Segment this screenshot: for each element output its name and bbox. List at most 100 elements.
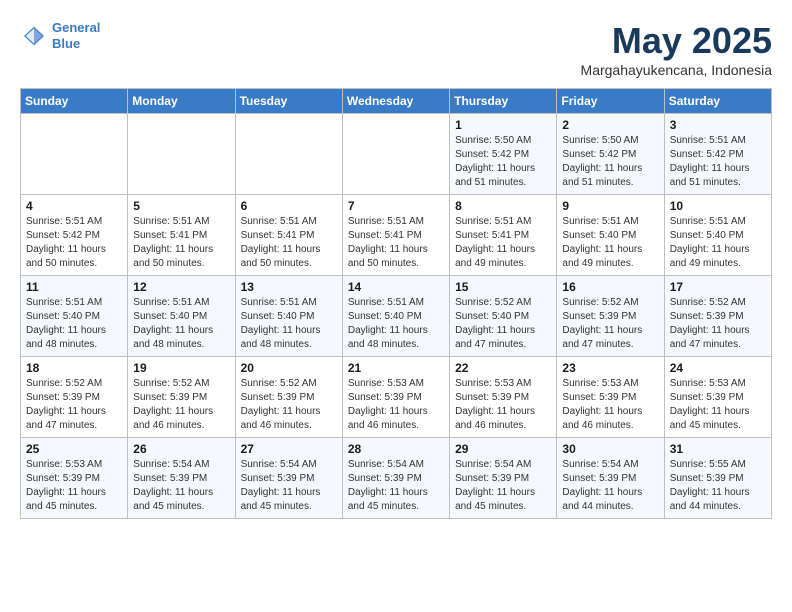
- day-cell-7: 7 Sunrise: 5:51 AMSunset: 5:41 PMDaylight…: [342, 195, 449, 276]
- day-number: 26: [133, 442, 229, 456]
- day-cell-18: 18 Sunrise: 5:52 AMSunset: 5:39 PMDayligh…: [21, 357, 128, 438]
- day-number: 4: [26, 199, 122, 213]
- day-cell-10: 10Sunrise: 5:51 AMSunset: 5:40 PMDayligh…: [664, 195, 771, 276]
- week-row-1: 1 Sunrise: 5:50 AMSunset: 5:42 PMDaylight…: [21, 114, 772, 195]
- day-cell-16: 16 Sunrise: 5:52 AMSunset: 5:39 PMDayligh…: [557, 276, 664, 357]
- day-info: Sunrise: 5:51 AMSunset: 5:42 PMDaylight:…: [670, 134, 766, 190]
- day-number: 5: [133, 199, 229, 213]
- day-cell-17: 17 Sunrise: 5:52 AMSunset: 5:39 PMDayligh…: [664, 276, 771, 357]
- day-cell-20: 20 Sunrise: 5:52 AMSunset: 5:39 PMDayligh…: [235, 357, 342, 438]
- day-number: 23: [562, 361, 658, 375]
- weekday-header-row: SundayMondayTuesdayWednesdayThursdayFrid…: [21, 89, 772, 114]
- day-info: Sunrise: 5:52 AMSunset: 5:39 PMDaylight:…: [670, 296, 766, 352]
- day-info: Sunrise: 5:54 AMSunset: 5:39 PMDaylight:…: [241, 458, 337, 514]
- weekday-header-tuesday: Tuesday: [235, 89, 342, 114]
- day-cell-30: 30Sunrise: 5:54 AMSunset: 5:39 PMDayligh…: [557, 438, 664, 519]
- day-info: Sunrise: 5:51 AMSunset: 5:40 PMDaylight:…: [348, 296, 444, 352]
- day-info: Sunrise: 5:51 AMSunset: 5:41 PMDaylight:…: [348, 215, 444, 271]
- month-title: May 2025: [581, 20, 772, 62]
- day-number: 29: [455, 442, 551, 456]
- day-cell-4: 4Sunrise: 5:51 AMSunset: 5:42 PMDaylight…: [21, 195, 128, 276]
- weekday-header-friday: Friday: [557, 89, 664, 114]
- day-info: Sunrise: 5:54 AMSunset: 5:39 PMDaylight:…: [133, 458, 229, 514]
- day-info: Sunrise: 5:51 AMSunset: 5:41 PMDaylight:…: [241, 215, 337, 271]
- day-number: 22: [455, 361, 551, 375]
- day-cell-8: 8 Sunrise: 5:51 AMSunset: 5:41 PMDaylight…: [450, 195, 557, 276]
- day-cell-12: 12 Sunrise: 5:51 AMSunset: 5:40 PMDayligh…: [128, 276, 235, 357]
- day-info: Sunrise: 5:55 AMSunset: 5:39 PMDaylight:…: [670, 458, 766, 514]
- day-cell-1: 1 Sunrise: 5:50 AMSunset: 5:42 PMDaylight…: [450, 114, 557, 195]
- day-cell-15: 15Sunrise: 5:52 AMSunset: 5:40 PMDayligh…: [450, 276, 557, 357]
- day-number: 1: [455, 118, 551, 132]
- day-cell-9: 9Sunrise: 5:51 AMSunset: 5:40 PMDaylight…: [557, 195, 664, 276]
- week-row-3: 11 Sunrise: 5:51 AMSunset: 5:40 PMDayligh…: [21, 276, 772, 357]
- day-cell-11: 11 Sunrise: 5:51 AMSunset: 5:40 PMDayligh…: [21, 276, 128, 357]
- weekday-header-wednesday: Wednesday: [342, 89, 449, 114]
- day-cell-13: 13 Sunrise: 5:51 AMSunset: 5:40 PMDayligh…: [235, 276, 342, 357]
- day-cell-6: 6 Sunrise: 5:51 AMSunset: 5:41 PMDaylight…: [235, 195, 342, 276]
- day-cell-14: 14Sunrise: 5:51 AMSunset: 5:40 PMDayligh…: [342, 276, 449, 357]
- day-cell-5: 5 Sunrise: 5:51 AMSunset: 5:41 PMDaylight…: [128, 195, 235, 276]
- day-number: 17: [670, 280, 766, 294]
- day-info: Sunrise: 5:54 AMSunset: 5:39 PMDaylight:…: [455, 458, 551, 514]
- day-cell-21: 21Sunrise: 5:53 AMSunset: 5:39 PMDayligh…: [342, 357, 449, 438]
- day-number: 20: [241, 361, 337, 375]
- day-info: Sunrise: 5:51 AMSunset: 5:40 PMDaylight:…: [241, 296, 337, 352]
- day-info: Sunrise: 5:52 AMSunset: 5:39 PMDaylight:…: [26, 377, 122, 433]
- location: Margahayukencana, Indonesia: [581, 62, 772, 78]
- day-info: Sunrise: 5:51 AMSunset: 5:40 PMDaylight:…: [133, 296, 229, 352]
- day-info: Sunrise: 5:51 AMSunset: 5:41 PMDaylight:…: [455, 215, 551, 271]
- day-info: Sunrise: 5:52 AMSunset: 5:39 PMDaylight:…: [241, 377, 337, 433]
- weekday-header-saturday: Saturday: [664, 89, 771, 114]
- day-number: 3: [670, 118, 766, 132]
- day-number: 16: [562, 280, 658, 294]
- day-info: Sunrise: 5:51 AMSunset: 5:40 PMDaylight:…: [26, 296, 122, 352]
- week-row-2: 4Sunrise: 5:51 AMSunset: 5:42 PMDaylight…: [21, 195, 772, 276]
- day-number: 11: [26, 280, 122, 294]
- empty-cell: [128, 114, 235, 195]
- title-block: May 2025 Margahayukencana, Indonesia: [581, 20, 772, 78]
- day-info: Sunrise: 5:53 AMSunset: 5:39 PMDaylight:…: [348, 377, 444, 433]
- day-info: Sunrise: 5:51 AMSunset: 5:40 PMDaylight:…: [670, 215, 766, 271]
- day-cell-31: 31 Sunrise: 5:55 AMSunset: 5:39 PMDayligh…: [664, 438, 771, 519]
- day-cell-28: 28Sunrise: 5:54 AMSunset: 5:39 PMDayligh…: [342, 438, 449, 519]
- day-cell-27: 27Sunrise: 5:54 AMSunset: 5:39 PMDayligh…: [235, 438, 342, 519]
- day-cell-29: 29 Sunrise: 5:54 AMSunset: 5:39 PMDayligh…: [450, 438, 557, 519]
- day-cell-22: 22 Sunrise: 5:53 AMSunset: 5:39 PMDayligh…: [450, 357, 557, 438]
- day-number: 6: [241, 199, 337, 213]
- day-number: 7: [348, 199, 444, 213]
- empty-cell: [235, 114, 342, 195]
- day-cell-23: 23 Sunrise: 5:53 AMSunset: 5:39 PMDayligh…: [557, 357, 664, 438]
- day-number: 13: [241, 280, 337, 294]
- day-number: 31: [670, 442, 766, 456]
- empty-cell: [342, 114, 449, 195]
- day-number: 8: [455, 199, 551, 213]
- day-info: Sunrise: 5:53 AMSunset: 5:39 PMDaylight:…: [26, 458, 122, 514]
- day-info: Sunrise: 5:53 AMSunset: 5:39 PMDaylight:…: [562, 377, 658, 433]
- day-number: 25: [26, 442, 122, 456]
- empty-cell: [21, 114, 128, 195]
- day-number: 12: [133, 280, 229, 294]
- page-header: General Blue May 2025 Margahayukencana, …: [20, 20, 772, 78]
- day-cell-3: 3 Sunrise: 5:51 AMSunset: 5:42 PMDaylight…: [664, 114, 771, 195]
- day-info: Sunrise: 5:53 AMSunset: 5:39 PMDaylight:…: [455, 377, 551, 433]
- day-info: Sunrise: 5:51 AMSunset: 5:41 PMDaylight:…: [133, 215, 229, 271]
- day-info: Sunrise: 5:52 AMSunset: 5:39 PMDaylight:…: [562, 296, 658, 352]
- day-number: 19: [133, 361, 229, 375]
- day-number: 18: [26, 361, 122, 375]
- calendar-table: SundayMondayTuesdayWednesdayThursdayFrid…: [20, 88, 772, 519]
- week-row-5: 25 Sunrise: 5:53 AMSunset: 5:39 PMDayligh…: [21, 438, 772, 519]
- day-info: Sunrise: 5:54 AMSunset: 5:39 PMDaylight:…: [348, 458, 444, 514]
- weekday-header-thursday: Thursday: [450, 89, 557, 114]
- week-row-4: 18 Sunrise: 5:52 AMSunset: 5:39 PMDayligh…: [21, 357, 772, 438]
- day-cell-26: 26 Sunrise: 5:54 AMSunset: 5:39 PMDayligh…: [128, 438, 235, 519]
- logo-text: General Blue: [52, 20, 100, 51]
- day-info: Sunrise: 5:50 AMSunset: 5:42 PMDaylight:…: [455, 134, 551, 190]
- logo: General Blue: [20, 20, 100, 51]
- day-cell-24: 24Sunrise: 5:53 AMSunset: 5:39 PMDayligh…: [664, 357, 771, 438]
- day-info: Sunrise: 5:51 AMSunset: 5:40 PMDaylight:…: [562, 215, 658, 271]
- logo-icon: [20, 22, 48, 50]
- day-number: 2: [562, 118, 658, 132]
- day-info: Sunrise: 5:52 AMSunset: 5:39 PMDaylight:…: [133, 377, 229, 433]
- day-info: Sunrise: 5:52 AMSunset: 5:40 PMDaylight:…: [455, 296, 551, 352]
